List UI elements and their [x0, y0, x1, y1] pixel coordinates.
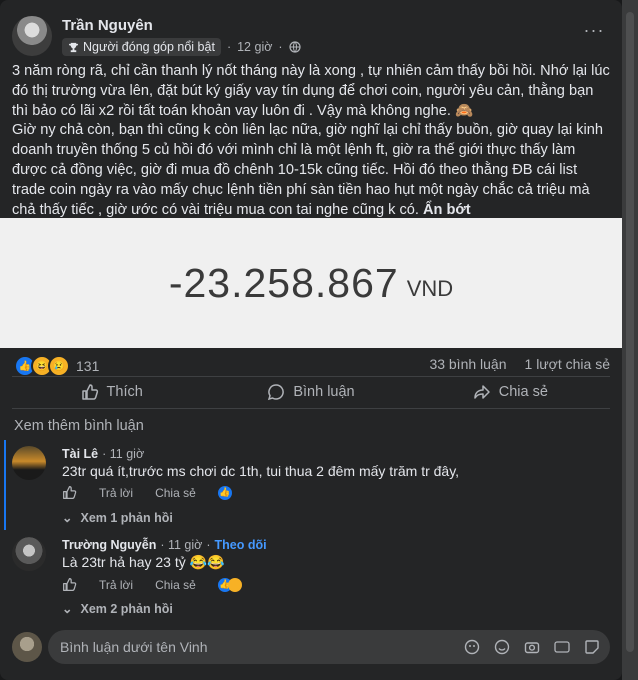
- comment-button[interactable]: Bình luận: [211, 376, 410, 408]
- commenter-name-line: Trường Nguyễn · 11 giờ · Theo dõi: [62, 538, 267, 552]
- commenter-name[interactable]: Trường Nguyễn: [62, 538, 156, 552]
- comment-actions: Trả lời Chia sẻ 👍: [62, 577, 242, 592]
- share-icon: [473, 385, 490, 399]
- commenter-avatar[interactable]: [12, 446, 46, 480]
- thread-highlight: [4, 440, 6, 530]
- thumbs-up-icon: [81, 384, 98, 400]
- dot-separator: ·: [278, 40, 283, 54]
- post-image[interactable]: -23.258.867 VND: [0, 218, 622, 348]
- user-avatar[interactable]: [12, 632, 42, 662]
- reply-link[interactable]: Trả lời: [99, 578, 133, 592]
- like-reaction-icon[interactable]: 👍: [217, 485, 232, 500]
- post-paragraph-2: Giờ ny chả còn, bạn thì cũng k còn liên …: [12, 121, 610, 220]
- view-replies-label: Xem 2 phản hồi: [80, 601, 173, 616]
- comment-label: Bình luận: [293, 384, 355, 400]
- comment-time: · 11 giờ: [102, 447, 145, 461]
- share-count[interactable]: 1 lượt chia sẻ: [525, 356, 610, 372]
- divider: [12, 408, 610, 409]
- see-less-link[interactable]: Ẩn bớt: [423, 202, 471, 218]
- comment-time: · 11 giờ: [160, 538, 203, 552]
- post-stats: 👍 😆 😢 131 33 bình luận 1 lượt chia sẻ: [14, 354, 610, 377]
- post-body: 3 năm ròng rã, chỉ cần thanh lý nốt thán…: [12, 62, 610, 220]
- amount-value: -23.258.867: [168, 259, 399, 306]
- view-more-comments[interactable]: Xem thêm bình luận: [14, 418, 144, 434]
- comment-composer: Bình luận dưới tên Vinh: [12, 630, 610, 664]
- author-name[interactable]: Trần Nguyên: [62, 17, 153, 34]
- reactions-summary[interactable]: 👍 😆 😢 131: [14, 355, 99, 377]
- dot-separator: ·: [226, 40, 232, 54]
- commenter-avatar[interactable]: [12, 537, 46, 571]
- reply-arrow-icon: ⌄: [62, 602, 73, 616]
- reaction-pair[interactable]: 👍: [217, 577, 242, 592]
- globe-icon: [288, 41, 301, 53]
- contributor-badge[interactable]: Người đóng góp nổi bật: [62, 38, 221, 56]
- reply-arrow-icon: ⌄: [62, 511, 73, 525]
- follow-link[interactable]: Theo dõi: [215, 538, 267, 552]
- emoji-icon[interactable]: [494, 639, 510, 655]
- commenter-name[interactable]: Tài Lê: [62, 447, 98, 461]
- camera-icon[interactable]: [524, 639, 540, 655]
- trophy-icon: [68, 42, 79, 52]
- haha-reaction-icon: [227, 577, 242, 592]
- sticker-icon[interactable]: [584, 639, 600, 655]
- scrollbar[interactable]: [622, 0, 638, 680]
- like-label: Thích: [106, 384, 143, 400]
- comment-count[interactable]: 33 bình luận: [429, 356, 506, 372]
- post-paragraph-2-text: Giờ ny chả còn, bạn thì cũng k còn liên …: [12, 122, 603, 218]
- post-card: Trần Nguyên Người đóng góp nổi bật · 12 …: [0, 0, 622, 680]
- view-replies-label: Xem 1 phản hồi: [80, 510, 173, 525]
- thumbs-up-icon[interactable]: [62, 485, 77, 500]
- comment-actions: Trả lời Chia sẻ 👍: [62, 485, 232, 500]
- badge-label: Người đóng góp nổi bật: [83, 40, 215, 54]
- view-replies[interactable]: ⌄ Xem 2 phản hồi: [62, 601, 173, 617]
- post-meta: Người đóng góp nổi bật · 12 giờ ·: [62, 38, 301, 56]
- reaction-count: 131: [76, 358, 100, 374]
- comment-input-placeholder: Bình luận dưới tên Vinh: [60, 639, 208, 655]
- share-button[interactable]: Chia sẻ: [411, 376, 610, 408]
- post-header: Trần Nguyên Người đóng góp nổi bật · 12 …: [12, 14, 610, 58]
- commenter-name-line: Tài Lê · 11 giờ: [62, 447, 144, 461]
- author-avatar[interactable]: [12, 16, 52, 56]
- dot-separator: ·: [206, 538, 211, 552]
- more-options-icon[interactable]: ···: [582, 21, 606, 44]
- like-button[interactable]: Thích: [12, 376, 211, 408]
- reply-link[interactable]: Trả lời: [99, 486, 133, 500]
- comment-text: Là 23tr hả hay 23 tỷ 😂😂: [62, 554, 225, 570]
- gif-icon[interactable]: [554, 639, 570, 655]
- stats-right: 33 bình luận 1 lượt chia sẻ: [429, 356, 610, 372]
- post-time[interactable]: 12 giờ: [237, 40, 272, 54]
- comment-text: 23tr quá ít,trước ms chơi dc 1th, tui th…: [62, 463, 460, 479]
- share-link[interactable]: Chia sẻ: [155, 578, 196, 592]
- share-link[interactable]: Chia sẻ: [155, 486, 196, 500]
- share-label: Chia sẻ: [498, 384, 548, 400]
- composer-icons: [464, 639, 600, 655]
- avatar-sticker-icon[interactable]: [464, 639, 480, 655]
- currency-label: VND: [406, 276, 454, 301]
- view-replies[interactable]: ⌄ Xem 1 phản hồi: [62, 510, 173, 526]
- scrollbar-thumb[interactable]: [626, 12, 634, 652]
- sad-reaction-icon: 😢: [48, 355, 70, 377]
- comment-icon: [268, 384, 285, 401]
- post-paragraph-1: 3 năm ròng rã, chỉ cần thanh lý nốt thán…: [12, 63, 610, 119]
- post-actions: Thích Bình luận Chia sẻ: [12, 376, 610, 408]
- thumbs-up-icon[interactable]: [62, 577, 77, 592]
